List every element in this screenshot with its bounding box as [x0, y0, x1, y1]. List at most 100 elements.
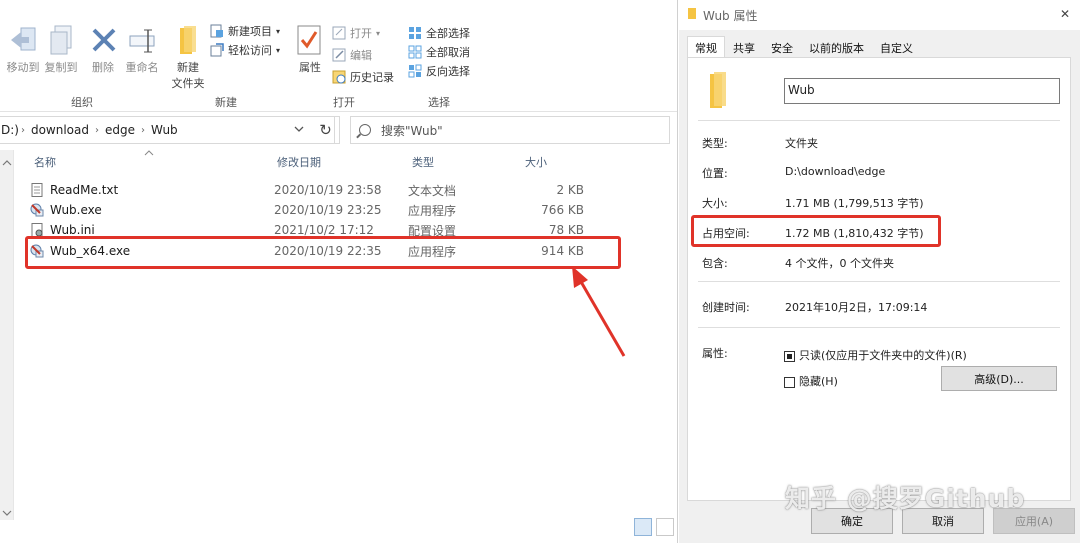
history-icon	[332, 70, 346, 84]
readonly-checkbox[interactable]: 只读(仅应用于文件夹中的文件)(R)	[784, 347, 967, 363]
divider	[698, 281, 1060, 282]
select-group-label: 选择	[428, 96, 450, 109]
breadcrumb-drive[interactable]: D:)	[1, 123, 19, 137]
view-mode-buttons	[634, 518, 674, 536]
open-group-label: 打开	[333, 96, 355, 109]
advanced-button[interactable]: 高级(D)...	[941, 366, 1057, 391]
general-tab-panel: Wub 类型: 文件夹 位置: D:\download\edge 大小: 1.7…	[687, 57, 1071, 501]
file-date: 2020/10/19 23:25	[274, 203, 382, 217]
select-none-label: 全部取消	[426, 46, 470, 59]
address-bar[interactable]: D:) › download › edge › Wub	[0, 116, 335, 144]
properties-button[interactable]: 属性	[294, 24, 326, 75]
copy-to-label: 复制到	[44, 61, 78, 74]
file-explorer-window: ∨ ? 移动到 复制到 删除 重命名 组织	[0, 0, 678, 543]
column-header-date[interactable]: 修改日期	[277, 154, 321, 170]
folder-icon	[704, 72, 732, 113]
breadcrumb-wub[interactable]: Wub	[151, 123, 178, 137]
nav-scroll-down-icon[interactable]	[2, 506, 12, 520]
select-none-button[interactable]: 全部取消	[408, 43, 470, 61]
close-icon[interactable]: ✕	[1060, 7, 1070, 21]
breadcrumb-separator-icon: ›	[141, 124, 145, 136]
properties-label: 属性	[299, 61, 321, 74]
file-row[interactable]: ReadMe.txt 2020/10/19 23:58 文本文档 2 KB	[30, 180, 600, 200]
search-placeholder: 搜索"Wub"	[381, 123, 443, 138]
new-item-button[interactable]: 新建项目 ▾	[210, 22, 280, 40]
hidden-checkbox[interactable]: 隐藏(H)	[784, 373, 838, 389]
dialog-title: Wub 属性	[703, 8, 758, 23]
file-size: 2 KB	[556, 183, 584, 197]
refresh-icon: ↻	[319, 121, 332, 139]
details-view-icon[interactable]	[634, 518, 652, 536]
select-all-button[interactable]: 全部选择	[408, 24, 470, 42]
rename-icon	[126, 24, 158, 56]
history-button[interactable]: 历史记录	[332, 68, 394, 86]
open-label: 打开	[350, 27, 372, 40]
move-to-label: 移动到	[6, 61, 40, 74]
text-file-icon	[30, 183, 44, 197]
file-size: 78 KB	[548, 223, 584, 237]
invert-selection-label: 反向选择	[426, 65, 470, 78]
new-item-label: 新建项目	[228, 25, 272, 38]
column-header-name[interactable]: 名称	[34, 154, 56, 170]
delete-label: 删除	[92, 61, 114, 74]
hidden-checkbox-box[interactable]	[784, 376, 795, 388]
watermark-text: 知乎 @搜罗Github	[785, 484, 1026, 513]
divider	[698, 120, 1060, 121]
divider	[698, 327, 1060, 328]
easy-access-icon	[210, 43, 224, 57]
edit-button[interactable]: 编辑	[332, 46, 372, 64]
file-date: 2021/10/2 17:12	[274, 223, 374, 237]
folder-icon	[687, 7, 697, 23]
size-value: 1.71 MB (1,799,513 字节)	[785, 197, 924, 210]
rename-label: 重命名	[125, 61, 159, 74]
copy-to-button[interactable]: 复制到	[42, 24, 80, 75]
location-value: D:\download\edge	[785, 165, 886, 178]
sort-ascending-icon	[144, 146, 154, 156]
breadcrumb-edge[interactable]: edge	[105, 123, 135, 137]
file-row[interactable]: Wub.exe 2020/10/19 23:25 应用程序 766 KB	[30, 200, 600, 220]
navigation-pane[interactable]	[0, 150, 14, 520]
refresh-button[interactable]: ↻	[312, 116, 340, 144]
select-all-icon	[408, 26, 422, 40]
copy-to-icon	[45, 24, 77, 56]
breadcrumb-separator-icon: ›	[20, 124, 25, 136]
breadcrumb-download[interactable]: download	[31, 123, 89, 137]
created-label: 创建时间:	[702, 301, 750, 314]
open-icon	[332, 26, 346, 40]
file-size: 766 KB	[541, 203, 584, 217]
ribbon: 移动到 复制到 删除 重命名 组织 新建 文件夹 新建项目 ▾ 轻松访问 ▾ 新…	[0, 0, 677, 112]
address-dropdown-icon[interactable]	[294, 123, 304, 137]
column-header-size[interactable]: 大小	[525, 154, 547, 170]
annotation-arrow-icon	[572, 266, 626, 357]
file-type: 应用程序	[408, 203, 457, 218]
readonly-checkbox-box[interactable]	[784, 350, 795, 362]
new-folder-button[interactable]: 新建 文件夹	[170, 24, 206, 91]
created-value: 2021年10月2日，17:09:14	[785, 301, 928, 314]
select-none-icon	[408, 45, 422, 59]
move-to-button[interactable]: 移动到	[4, 24, 42, 75]
attributes-label: 属性:	[702, 347, 728, 360]
folder-name-field[interactable]: Wub	[784, 78, 1060, 104]
move-to-icon	[7, 24, 39, 56]
easy-access-button[interactable]: 轻松访问 ▾	[210, 41, 280, 59]
history-label: 历史记录	[350, 71, 394, 84]
size-label: 大小:	[702, 197, 728, 210]
delete-button[interactable]: 删除	[88, 24, 118, 75]
file-name: Wub.exe	[50, 203, 102, 217]
select-all-label: 全部选择	[426, 27, 470, 40]
rename-button[interactable]: 重命名	[122, 24, 162, 75]
open-button[interactable]: 打开 ▾	[332, 24, 380, 42]
nav-scroll-up-icon[interactable]	[2, 156, 12, 170]
column-header-type[interactable]: 类型	[412, 154, 434, 170]
easy-access-label: 轻松访问	[228, 44, 272, 57]
organize-group-label: 组织	[71, 96, 93, 109]
search-input[interactable]: 搜索"Wub"	[350, 116, 670, 144]
hidden-label: 隐藏(H)	[799, 375, 838, 388]
annotation-highlight-box	[25, 236, 621, 269]
properties-icon	[294, 24, 326, 56]
large-icons-view-icon[interactable]	[656, 518, 674, 536]
new-folder-label-2: 文件夹	[171, 77, 205, 90]
folder-icon	[172, 24, 204, 56]
invert-selection-button[interactable]: 反向选择	[408, 62, 470, 80]
ini-file-icon	[30, 223, 44, 237]
